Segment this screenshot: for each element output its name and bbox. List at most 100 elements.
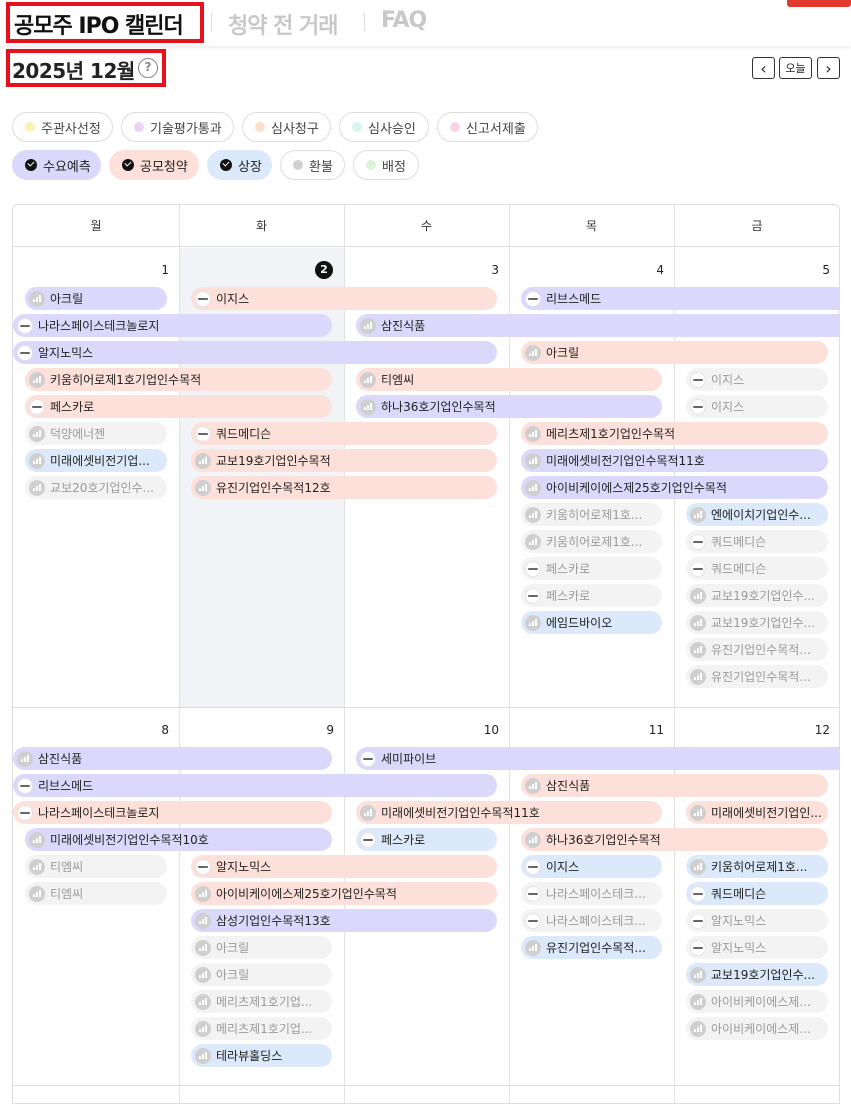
ipo-event-subscription[interactable]: 삼진식품: [521, 774, 828, 797]
chart-bars-icon: [17, 750, 33, 767]
tab-faq[interactable]: FAQ: [381, 8, 427, 33]
ipo-event-demand[interactable]: 리브스메드: [521, 287, 839, 310]
filter-label: 기술평가통과: [150, 121, 222, 137]
ipo-event-faint[interactable]: 메리츠제1호기업...: [191, 990, 332, 1013]
chart-bars-icon: [29, 858, 45, 875]
chart-bars-icon: [195, 1047, 211, 1064]
company-logo-icon: [360, 750, 376, 767]
ipo-event-faint[interactable]: 쿼드메디슨: [686, 557, 828, 580]
ipo-event-listing[interactable]: 테라뷰홀딩스: [191, 1044, 332, 1067]
filter-color-dot: [293, 160, 303, 170]
ipo-event-faint[interactable]: 키움히어로제1호...: [521, 530, 662, 553]
ipo-event-subscription[interactable]: 이지스: [191, 287, 497, 310]
ipo-event-faint[interactable]: 페스카로: [521, 557, 662, 580]
prev-month-button[interactable]: ‹: [752, 57, 775, 79]
ipo-event-faint[interactable]: 이지스: [686, 368, 828, 391]
event-name: 쿼드메디슨: [711, 535, 767, 549]
today-date: 2: [315, 261, 333, 279]
filter-pill[interactable]: 주관사선정: [12, 112, 113, 142]
ipo-event-subscription[interactable]: 미래에셋비전기업인...: [686, 801, 828, 824]
ipo-event-faint[interactable]: 나라스페이스테크...: [521, 882, 662, 905]
ipo-event-faint[interactable]: 교보19호기업인수...: [686, 611, 828, 634]
filter-toggle[interactable]: 공모청약: [109, 150, 199, 180]
ipo-event-faint[interactable]: 이지스: [686, 395, 828, 418]
chart-bars-icon: [29, 452, 45, 469]
ipo-event-listing[interactable]: 엔에이치기업인수...: [686, 503, 828, 526]
ipo-event-faint[interactable]: 아크릴: [191, 963, 332, 986]
ipo-event-demand[interactable]: 삼진식품: [13, 747, 332, 770]
ipo-event-listing[interactable]: 쿼드메디슨: [686, 882, 828, 905]
event-name: 이지스: [216, 292, 250, 306]
ipo-event-demand[interactable]: 삼진식품: [356, 314, 839, 337]
ipo-event-faint[interactable]: 쿼드메디슨: [686, 530, 828, 553]
selection-highlight: [6, 2, 204, 43]
ipo-event-faint[interactable]: 페스카로: [521, 584, 662, 607]
ipo-event-listing[interactable]: 이지스: [521, 855, 662, 878]
event-name: 나라스페이스테크...: [546, 887, 646, 901]
ipo-event-faint[interactable]: 유진기업인수목적...: [686, 665, 828, 688]
ipo-event-demand[interactable]: 나라스페이스테크놀로지: [13, 314, 332, 337]
filter-pill[interactable]: 신고서제출: [437, 112, 538, 142]
ipo-event-subscription[interactable]: 교보19호기업인수목적: [191, 449, 497, 472]
filter-pill[interactable]: 심사승인: [339, 112, 429, 142]
ipo-event-demand[interactable]: 미래에셋비전기업인수목적11호: [521, 449, 828, 472]
chart-bars-icon: [690, 641, 706, 658]
ipo-event-listing[interactable]: 키움히어로제1호...: [686, 855, 828, 878]
ipo-event-listing[interactable]: 교보19호기업인수...: [686, 963, 828, 986]
event-name: 유진기업인수목적...: [711, 643, 811, 657]
ipo-event-listing[interactable]: 유진기업인수목적...: [521, 936, 662, 959]
ipo-event-faint[interactable]: 아크릴: [191, 936, 332, 959]
ipo-event-faint[interactable]: 티엠씨: [25, 855, 167, 878]
ipo-event-subscription[interactable]: 하나36호기업인수목적: [521, 828, 828, 851]
ipo-event-subscription[interactable]: 알지노믹스: [191, 855, 497, 878]
tab-pre-subscription-trading[interactable]: 청약 전 거래: [228, 8, 339, 40]
ipo-event-faint[interactable]: 키움히어로제1호...: [521, 503, 662, 526]
filter-toggle[interactable]: 상장: [207, 150, 272, 180]
ipo-event-faint[interactable]: 유진기업인수목적...: [686, 638, 828, 661]
ipo-event-listing[interactable]: 페스카로: [356, 828, 497, 851]
ipo-event-subscription[interactable]: 쿼드메디슨: [191, 422, 497, 445]
ipo-event-demand[interactable]: 하나36호기업인수목적: [356, 395, 662, 418]
ipo-event-demand[interactable]: 아크릴: [25, 287, 167, 310]
ipo-event-faint[interactable]: 교보20호기업인수...: [25, 476, 167, 499]
ipo-event-listing[interactable]: 미래에셋비전기업...: [25, 449, 167, 472]
filter-pill[interactable]: 심사청구: [242, 112, 331, 142]
today-button[interactable]: 오늘: [779, 57, 812, 79]
filter-toggle[interactable]: 환불: [280, 150, 345, 180]
ipo-event-demand[interactable]: 세미파이브: [356, 747, 839, 770]
filter-toggle[interactable]: 수요예측: [12, 150, 101, 180]
ipo-event-faint[interactable]: 아이비케이에스제...: [686, 990, 828, 1013]
filter-toggle[interactable]: 배정: [353, 150, 419, 180]
ipo-event-faint[interactable]: 메리츠제1호기업...: [191, 1017, 332, 1040]
date-number: 10: [483, 723, 499, 737]
ipo-event-listing[interactable]: 에임드바이오: [521, 611, 662, 634]
company-logo-icon: [690, 912, 706, 929]
ipo-event-faint[interactable]: 교보19호기업인수...: [686, 584, 828, 607]
filter-pill[interactable]: 기술평가통과: [121, 112, 234, 142]
chart-bars-icon: [525, 344, 541, 361]
ipo-event-subscription[interactable]: 유진기업인수목적12호: [191, 476, 497, 499]
ipo-event-faint[interactable]: 알지노믹스: [686, 936, 828, 959]
ipo-event-faint[interactable]: 알지노믹스: [686, 909, 828, 932]
ipo-event-subscription[interactable]: 아이비케이에스제25호기업인수목적: [191, 882, 497, 905]
ipo-event-subscription[interactable]: 키움히어로제1호기업인수목적: [25, 368, 332, 391]
event-name: 교보20호기업인수...: [50, 481, 154, 495]
ipo-event-faint[interactable]: 나라스페이스테크...: [521, 909, 662, 932]
ipo-event-demand[interactable]: 미래에셋비전기업인수목적10호: [25, 828, 332, 851]
ipo-event-subscription[interactable]: 나라스페이스테크놀로지: [13, 801, 332, 824]
next-month-button[interactable]: ›: [817, 57, 840, 79]
ipo-event-subscription[interactable]: 티엠씨: [356, 368, 662, 391]
ipo-event-faint[interactable]: 덕양에너젠: [25, 422, 167, 445]
ipo-event-subscription[interactable]: 페스카로: [25, 395, 332, 418]
company-logo-icon: [690, 371, 706, 388]
ipo-event-subscription[interactable]: 미래에셋비전기업인수목적11호: [356, 801, 662, 824]
ipo-event-demand[interactable]: 아이비케이에스제25호기업인수목적: [521, 476, 828, 499]
event-name: 알지노믹스: [216, 860, 272, 874]
ipo-event-faint[interactable]: 아이비케이에스제...: [686, 1017, 828, 1040]
ipo-event-subscription[interactable]: 메리츠제1호기업인수목적: [521, 422, 828, 445]
ipo-event-demand[interactable]: 리브스메드: [13, 774, 497, 797]
ipo-event-demand[interactable]: 알지노믹스: [13, 341, 497, 364]
ipo-event-demand[interactable]: 삼성기업인수목적13호: [191, 909, 497, 932]
ipo-event-subscription[interactable]: 아크릴: [521, 341, 828, 364]
ipo-event-faint[interactable]: 티엠씨: [25, 882, 167, 905]
